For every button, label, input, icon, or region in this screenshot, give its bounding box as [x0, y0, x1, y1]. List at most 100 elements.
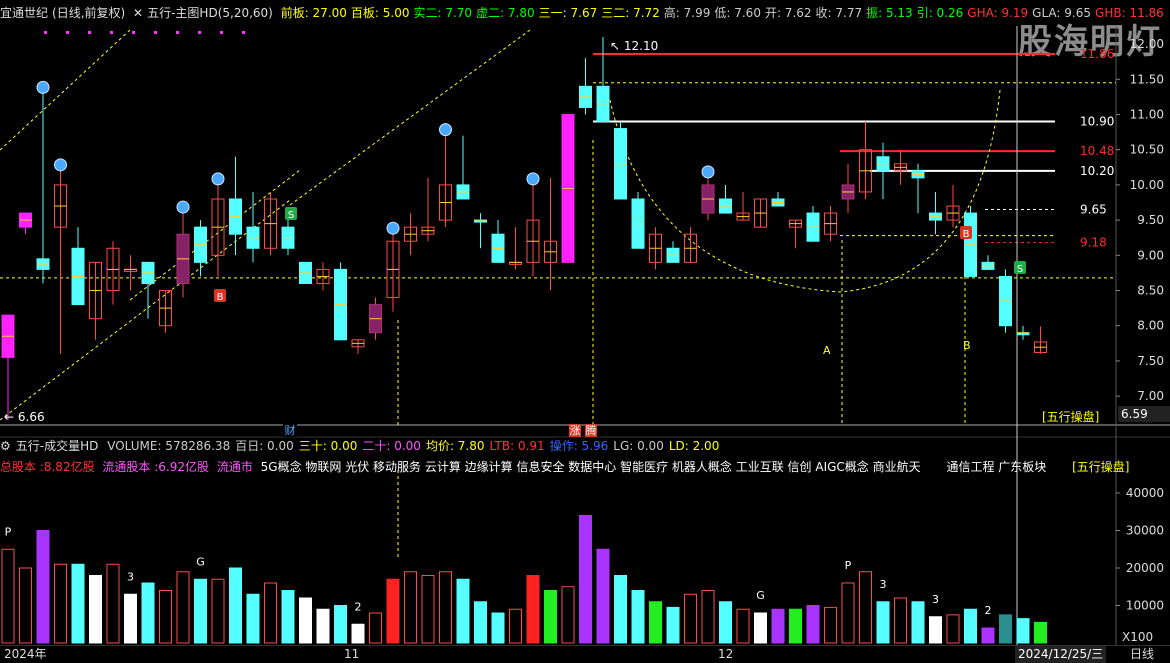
price-tick-label: 7.50: [1137, 354, 1164, 368]
volume-bar: [89, 575, 102, 644]
volume-field: LG: 0.00: [613, 439, 664, 453]
signal-ball-icon: [211, 172, 225, 186]
price-tick-label: 11.00: [1130, 107, 1164, 121]
current-date: 2024/12/25/三: [1015, 646, 1107, 663]
concept-tags: 5G概念 物联网 光伏 移动服务 云计算 边缘计算 信息安全 数据中心 智能医疗…: [260, 460, 921, 474]
date-month-11: 11: [344, 647, 360, 661]
volume-bar: [54, 563, 67, 644]
volume-tick-label: 10000: [1126, 599, 1164, 613]
chart-canvas[interactable]: 12.00 11.50 11.00 10.50 10.00 9.50 9.00 8.50 8.0…: [0, 0, 1170, 662]
volume-bar: [929, 616, 942, 644]
level-label-1020: 10.20: [1080, 164, 1114, 178]
event-zhang: 涨: [570, 424, 581, 437]
gear-icon[interactable]: ⚙: [0, 439, 11, 453]
top-marker: [176, 31, 179, 34]
top-marker: [154, 31, 157, 34]
volume-bar: [946, 614, 960, 644]
volume-bar: [264, 582, 277, 644]
volume-bar: [141, 582, 155, 644]
volume-bar: [754, 612, 767, 644]
volume-fields: VOLUME: 578286.38 百日: 0.00 三十: 0.00 二十: 0.0…: [107, 439, 724, 453]
volume-bar: [439, 571, 452, 644]
volume-signal-label: G: [756, 589, 765, 602]
volume-unit: X100: [1122, 630, 1153, 644]
date-year: 2024年: [4, 647, 47, 661]
level-label-gha: 9.18: [1080, 236, 1107, 250]
period-button[interactable]: 日线: [1130, 646, 1154, 663]
event-cai: 财: [285, 423, 296, 437]
volume-bar: [456, 578, 470, 644]
float-mv: 流通市: [216, 460, 253, 474]
level-label-ghb: 11.86: [1080, 47, 1114, 61]
volume-bar: [999, 614, 1012, 644]
volume-bar: [859, 571, 872, 644]
signal-ball-icon: [386, 221, 400, 235]
volume-bar: [876, 601, 890, 644]
volume-bar: [281, 590, 295, 644]
top-marker: [88, 31, 91, 34]
volume-field: 百日: 0.00: [235, 439, 294, 453]
marker-a: A: [823, 344, 831, 357]
volume-bar: [684, 593, 697, 644]
volume-bar: [614, 575, 627, 644]
price-tick-label: 11.50: [1130, 72, 1164, 86]
price-tick-label: 8.50: [1137, 284, 1164, 298]
total-shares: 总股本 :8.82亿股: [0, 460, 95, 474]
volume-bar: [211, 578, 225, 644]
volume-bar: [386, 578, 400, 644]
price-tick-label: 9.50: [1137, 213, 1164, 227]
volume-signal-label: 3: [880, 578, 887, 591]
signal-ball-icon: [439, 123, 452, 137]
volume-bar: [124, 593, 137, 644]
event-teng: 腾: [586, 423, 597, 437]
volume-field: LD: 2.00: [668, 439, 720, 453]
top-marker: [132, 31, 135, 34]
top-marker: [44, 31, 47, 34]
volume-bar: [509, 608, 522, 644]
buy-mark-text: B: [963, 229, 970, 240]
volume-bar: [316, 608, 330, 644]
sell-mark-text: S: [288, 210, 294, 221]
volume-signal-label: P: [845, 559, 852, 572]
region-tags: 通信工程 广东板块: [946, 460, 1047, 474]
volume-panel-header: ⚙ 五行-成交量HD VOLUME: 578286.38 百日: 0.00 三十: 0…: [0, 437, 1170, 455]
volume-signal-label: G: [196, 555, 205, 568]
volume-tick-label: 20000: [1126, 561, 1164, 575]
trend-line-upper: [0, 29, 131, 151]
trend-line-mid: [289, 29, 531, 206]
volume-bar: [806, 605, 820, 644]
volume-signal-label: 2: [355, 600, 362, 613]
level-label-1090: 10.90: [1080, 115, 1114, 129]
volume-bar: [1, 548, 15, 644]
volume-bar: [159, 590, 172, 644]
volume-bar: [649, 601, 662, 644]
volume-bar: [666, 606, 680, 644]
volume-bar: [1034, 621, 1047, 644]
volume-bar: [526, 575, 540, 644]
volume-bar: [421, 575, 435, 644]
top-marker: [242, 31, 245, 34]
volume-field: 均价: 7.80: [425, 439, 485, 453]
volume-bar: [841, 582, 855, 644]
volume-field: LTB: 0.91: [489, 439, 545, 453]
price-caption: [五行操盘]: [1042, 409, 1099, 424]
volume-bar: [964, 608, 977, 644]
volume-bar: [491, 612, 505, 644]
volume-bar: [194, 578, 207, 644]
volume-bar: [474, 601, 487, 644]
volume-bar: [544, 590, 557, 644]
volume-bar: [771, 608, 785, 644]
top-marker: [220, 31, 223, 34]
volume-bar: [351, 623, 365, 644]
volume-indicator-name[interactable]: 五行-成交量HD: [16, 439, 99, 453]
price-tick-label: 9.00: [1137, 248, 1164, 262]
volume-bar: [911, 601, 925, 644]
price-tick-label: 10.50: [1130, 143, 1164, 157]
top-marker: [198, 31, 201, 34]
volume-signal-label: P: [5, 525, 12, 538]
volume-bar: [229, 567, 242, 644]
signal-ball-icon: [36, 80, 50, 94]
volume-field: VOLUME: 578286.38: [107, 439, 231, 453]
volume-field: 三十: 0.00: [298, 439, 358, 453]
stock-info-line: 总股本 :8.82亿股 流通股本 :6.92亿股 流通市 5G概念 物联网 光伏…: [0, 458, 1170, 476]
